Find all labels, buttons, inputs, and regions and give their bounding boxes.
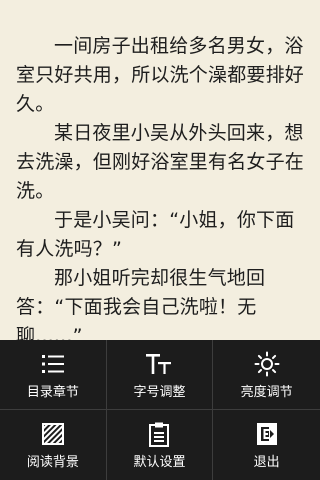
menu-item-label: 阅读背景 (26, 455, 79, 470)
story-paragraph: 那小姐听完却很生气地回答：“下面我会自己洗啦！无聊......” (16, 267, 266, 347)
exit-button[interactable]: 退出 (213, 410, 320, 480)
menu-item-label: 字号调整 (133, 384, 186, 400)
default-settings-button[interactable]: 默认设置 (107, 410, 214, 480)
story-paragraph: 一间房子出租给多名男女，浴室只好共用，所以洗个澡都要排好久。 (16, 35, 305, 115)
menu-item-label: 默认设置 (133, 455, 186, 470)
reading-background-button[interactable]: 阅读背景 (0, 410, 107, 480)
menu-item-label: 亮度调节 (240, 384, 293, 400)
story-paragraph: 于是小吴问：“小姐，你下面有人洗吗？” (16, 209, 295, 260)
reader-menu: 目录章节 字号调整 亮度调节 阅读背景 默认设置 退出 (0, 340, 320, 480)
menu-item-label: 目录章节 (26, 384, 79, 400)
font-size-button[interactable]: 字号调整 (106, 340, 214, 410)
list-icon (38, 349, 68, 379)
reading-pane[interactable]: 一间房子出租给多名男女，浴室只好共用，所以洗个澡都要排好久。 某日夜里小吴从外头… (0, 0, 320, 347)
font-size-icon (144, 349, 174, 379)
exit-icon (252, 419, 282, 449)
menu-item-label: 退出 (253, 455, 280, 470)
table-of-contents-button[interactable]: 目录章节 (0, 340, 107, 410)
brightness-button[interactable]: 亮度调节 (213, 340, 320, 410)
story-paragraph: 某日夜里小吴从外头回来，想去洗澡，但刚好浴室里有名女子在洗。 (16, 122, 305, 202)
clipboard-icon (144, 419, 174, 449)
background-icon (38, 419, 68, 449)
brightness-icon (252, 349, 282, 379)
